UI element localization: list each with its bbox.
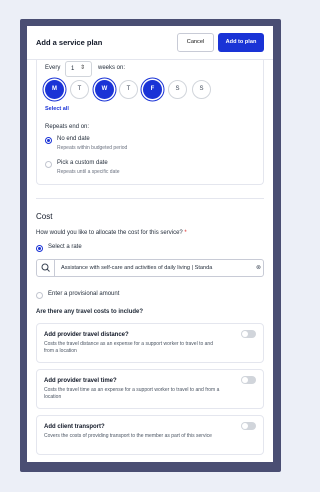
travel-distance-title: Add provider travel distance? xyxy=(44,332,129,338)
travel-time-card: Add provider travel time? Costs the trav… xyxy=(36,369,264,409)
custom-date-label: Pick a custom date xyxy=(57,160,108,166)
every-label: Every xyxy=(45,65,61,71)
provisional-amount-radio[interactable] xyxy=(36,292,43,299)
travel-distance-toggle[interactable] xyxy=(241,330,256,338)
client-transport-card: Add client transport? Covers the costs o… xyxy=(36,415,264,455)
allocate-question-text: How would you like to allocate the cost … xyxy=(36,230,183,236)
rate-select[interactable]: Assistance with self-care and activities… xyxy=(36,259,264,277)
add-to-plan-button[interactable]: Add to plan xyxy=(218,33,264,52)
rate-search-button[interactable] xyxy=(37,260,55,276)
day-toggle-friday[interactable]: F xyxy=(143,80,162,99)
day-toggle-sunday[interactable]: S xyxy=(192,80,211,99)
day-toggle-wednesday[interactable]: W xyxy=(95,80,114,99)
no-end-date-label: No end date xyxy=(57,136,90,142)
travel-time-title: Add provider travel time? xyxy=(44,378,117,384)
travel-time-toggle[interactable] xyxy=(241,376,256,384)
client-transport-description: Covers the costs of providing transport … xyxy=(44,433,212,439)
travel-time-description: Costs the travel time as an expense for … xyxy=(44,387,220,400)
custom-date-radio[interactable] xyxy=(45,161,52,168)
cancel-button[interactable]: Cancel xyxy=(177,33,214,52)
interval-stepper[interactable]: 1 ⇕ xyxy=(65,61,92,77)
travel-question: Are there any travel costs to include? xyxy=(36,309,144,315)
service-plan-modal: Add a service plan Cancel Add to plan Ev… xyxy=(27,26,273,462)
custom-date-hint: Repeats until a specific date xyxy=(57,169,120,175)
modal-title: Add a service plan xyxy=(36,38,103,47)
clear-icon[interactable]: ⊗ xyxy=(256,264,261,271)
section-divider xyxy=(36,198,264,199)
travel-distance-description: Costs the travel distance as an expense … xyxy=(44,341,213,354)
interval-value: 1 xyxy=(71,66,75,72)
cost-heading: Cost xyxy=(36,212,53,221)
select-rate-radio[interactable] xyxy=(36,245,43,252)
no-end-date-hint: Repeats within budgeted period xyxy=(57,145,128,151)
weeks-label: weeks on: xyxy=(98,65,126,71)
day-toggle-saturday[interactable]: S xyxy=(168,80,187,99)
schedule-card: Every 1 ⇕ weeks on: M T W T F S S Select… xyxy=(36,60,264,185)
modal-header: Add a service plan Cancel Add to plan xyxy=(27,26,273,60)
rate-value: Assistance with self-care and activities… xyxy=(61,265,213,271)
provisional-amount-label: Enter a provisional amount xyxy=(48,291,120,297)
client-transport-toggle[interactable] xyxy=(241,422,256,430)
select-all-link[interactable]: Select all xyxy=(45,106,69,112)
day-toggle-monday[interactable]: M xyxy=(45,80,64,99)
day-toggle-tuesday[interactable]: T xyxy=(70,80,89,99)
day-toggle-thursday[interactable]: T xyxy=(119,80,138,99)
allocate-question: How would you like to allocate the cost … xyxy=(36,230,187,236)
travel-distance-card: Add provider travel distance? Costs the … xyxy=(36,323,264,363)
repeats-end-label: Repeats end on: xyxy=(45,124,90,130)
no-end-date-radio[interactable] xyxy=(45,137,52,144)
client-transport-title: Add client transport? xyxy=(44,424,105,430)
select-rate-label: Select a rate xyxy=(48,244,82,250)
stepper-icon[interactable]: ⇕ xyxy=(80,64,85,71)
required-mark: * xyxy=(184,230,187,236)
search-icon xyxy=(41,263,50,272)
